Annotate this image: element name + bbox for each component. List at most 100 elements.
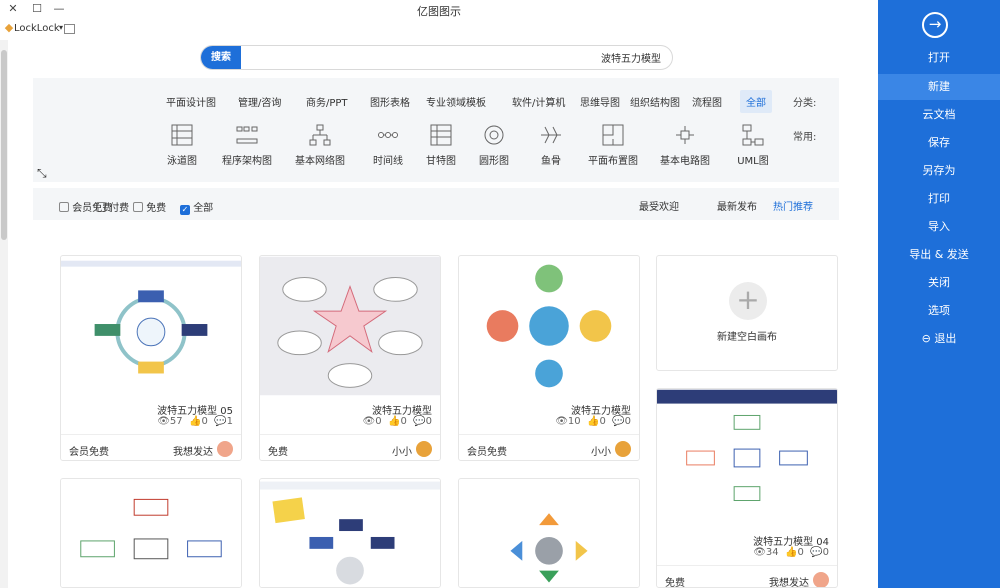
avatar xyxy=(416,441,432,457)
template-title: 波特五力模型 05 xyxy=(157,406,233,417)
sidebar-item-print[interactable]: 打印 xyxy=(878,186,1000,212)
template-stats: 👁57 👍0 💬1 xyxy=(157,416,233,427)
price-label: 免费 xyxy=(665,578,685,588)
category-professional[interactable]: 专业领域模板 xyxy=(426,94,486,109)
comments-count: 0 xyxy=(425,416,432,427)
template-thumbnail xyxy=(459,479,639,587)
card-footer: 我想发达 免费 xyxy=(657,565,837,588)
category-panel: 分类: 全部 流程图 组织结构图 思维导图 软件/计算机 专业领域模板 图形表格… xyxy=(33,78,839,182)
likes-count: 0 xyxy=(400,416,407,427)
tool-name: 泳道图 xyxy=(167,156,197,167)
category-mindmap[interactable]: 思维导图 xyxy=(580,94,620,109)
template-card[interactable] xyxy=(60,478,242,588)
template-title: 波特五力模型 04 xyxy=(753,537,829,548)
tool-circle-diagram[interactable]: 圆形图 xyxy=(464,122,524,167)
views-count: 0 xyxy=(375,416,382,427)
tool-timeline[interactable]: 时间线 xyxy=(358,122,418,167)
sidebar: → 打开 新建 云文档 保存 另存为 打印 导入 导出 & 发送 关闭 选项 ⊖… xyxy=(878,0,1000,588)
comments-count: 1 xyxy=(226,416,233,427)
app-label[interactable]: LockLock xyxy=(14,23,60,34)
template-card[interactable]: 波特五力模型 👁0 👍0 💬0 小小 免费 xyxy=(259,255,441,461)
filter-all-label: 全部 xyxy=(193,203,214,214)
author-name[interactable]: 小小 xyxy=(392,443,412,458)
tool-network[interactable]: 基本网络图 xyxy=(290,122,350,167)
back-arrow-icon[interactable]: → xyxy=(922,12,948,38)
views-count: 34 xyxy=(765,547,779,558)
sort-new[interactable]: 最新发布 xyxy=(717,198,757,213)
expand-icon[interactable]: ⤡ xyxy=(37,166,47,181)
scroll-thumb[interactable] xyxy=(1,50,7,240)
circle-diagram-icon xyxy=(484,125,504,145)
tool-name: UML图 xyxy=(737,156,769,167)
tool-gantt[interactable]: 甘特图 xyxy=(411,122,471,167)
sidebar-item-import[interactable]: 导入 xyxy=(878,214,1000,240)
template-title: 波特五力模型 xyxy=(372,406,432,417)
network-icon xyxy=(309,124,331,146)
template-thumbnail xyxy=(260,479,440,587)
sort-popular[interactable]: 最受欢迎 xyxy=(639,198,679,213)
sidebar-item-cloud[interactable]: 云文档 xyxy=(878,102,1000,128)
program-arch-icon xyxy=(236,126,258,144)
tool-name: 平面布置图 xyxy=(588,156,638,167)
sidebar-item-exit[interactable]: ⊖ 退出 xyxy=(878,326,1000,352)
tool-name: 基本电路图 xyxy=(660,156,710,167)
price-label: 会员免费 xyxy=(69,447,109,458)
common-label: 常用: xyxy=(793,132,817,143)
template-card[interactable]: 波特五力模型 05 👁57 👍0 💬1 我想发达 会员免费 xyxy=(60,255,242,461)
sidebar-item-options[interactable]: 选项 xyxy=(878,298,1000,324)
avatar xyxy=(813,572,829,587)
category-business-ppt[interactable]: 商务/PPT xyxy=(306,94,348,109)
tool-floorplan[interactable]: 平面布置图 xyxy=(583,122,643,167)
template-card[interactable]: 波特五力模型 04 👁34 👍0 💬0 我想发达 免费 xyxy=(656,388,838,588)
author-name[interactable]: 我想发达 xyxy=(769,574,809,587)
avatar xyxy=(217,441,233,457)
category-management[interactable]: 管理/咨询 xyxy=(238,94,281,109)
tool-program-arch[interactable]: 程序架构图 xyxy=(217,122,277,167)
filter-free[interactable]: 免费 xyxy=(133,199,166,214)
category-org-chart[interactable]: 组织结构图 xyxy=(630,94,680,109)
sort-hot[interactable]: 热门推荐 xyxy=(773,198,813,213)
template-stats: 👁34 👍0 💬0 xyxy=(753,547,829,558)
category-all[interactable]: 全部 xyxy=(740,90,772,113)
checkbox-icon xyxy=(133,202,143,212)
template-title: 波特五力模型 xyxy=(571,406,631,417)
plus-icon: + xyxy=(729,282,767,320)
author-name[interactable]: 我想发达 xyxy=(173,443,213,458)
tool-fishbone[interactable]: 鱼骨 xyxy=(521,122,581,167)
filter-all[interactable]: ✓ 全部 xyxy=(180,199,213,215)
tool-uml[interactable]: UML图 xyxy=(723,122,783,167)
avatar xyxy=(615,441,631,457)
template-card[interactable]: 波特五力模型 👁10 👍0 💬0 小小 会员免费 xyxy=(458,255,640,461)
filter-paid-label: 付费 xyxy=(109,203,130,214)
scrollbar[interactable] xyxy=(0,40,8,588)
filter-member[interactable]: 会员免费 xyxy=(59,199,112,214)
category-software[interactable]: 软件/计算机 xyxy=(512,94,565,109)
sidebar-item-open[interactable]: 打开 xyxy=(878,45,1000,71)
fishbone-icon xyxy=(541,126,561,144)
likes-count: 0 xyxy=(797,547,804,558)
sidebar-item-save[interactable]: 保存 xyxy=(878,130,1000,156)
new-blank-card[interactable]: + 新建空白画布 xyxy=(656,255,838,371)
sidebar-item-save-as[interactable]: 另存为 xyxy=(878,158,1000,184)
tool-swimlane[interactable]: 泳道图 xyxy=(152,122,212,167)
category-flowchart[interactable]: 流程图 xyxy=(692,94,722,109)
category-graphic-table[interactable]: 图形表格 xyxy=(370,94,410,109)
price-label: 免费 xyxy=(268,447,288,458)
tool-circuit[interactable]: 基本电路图 xyxy=(655,122,715,167)
quick-toolbar: ◆ LockLock ▾ xyxy=(0,20,878,38)
template-thumbnail xyxy=(61,479,241,587)
category-graphic-design[interactable]: 平面设计图 xyxy=(166,94,216,109)
comments-count: 0 xyxy=(822,547,829,558)
comments-count: 0 xyxy=(624,416,631,427)
search-button[interactable]: 搜索 xyxy=(201,46,241,69)
template-card[interactable] xyxy=(458,478,640,588)
window-icon[interactable] xyxy=(64,24,75,34)
template-card[interactable] xyxy=(259,478,441,588)
sidebar-item-close[interactable]: 关闭 xyxy=(878,270,1000,296)
search-input[interactable] xyxy=(245,46,669,69)
sidebar-item-export-send[interactable]: 导出 & 发送 xyxy=(878,242,1000,268)
author-name[interactable]: 小小 xyxy=(591,443,611,458)
sidebar-item-new[interactable]: 新建 xyxy=(878,74,1000,100)
likes-count: 0 xyxy=(599,416,606,427)
checkbox-icon: ✓ xyxy=(180,205,190,215)
